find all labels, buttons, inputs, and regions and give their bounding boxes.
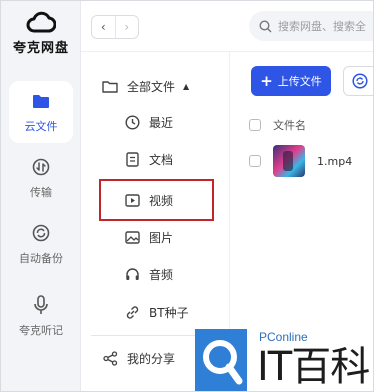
transfer-icon	[29, 155, 53, 179]
plus-icon: +	[260, 72, 273, 90]
sync-button[interactable]	[343, 66, 373, 96]
image-icon	[123, 228, 141, 246]
column-header-filename: 文件名	[273, 119, 306, 132]
tree-item-label: 文档	[149, 152, 174, 167]
rail-item-quark-notes[interactable]: 夸克听记	[9, 285, 73, 347]
microphone-icon	[29, 293, 53, 317]
pconline-logo-icon	[195, 329, 247, 391]
rail-item-cloud-files[interactable]: 云文件	[9, 81, 73, 143]
rail-item-auto-backup[interactable]: 自动备份	[9, 213, 73, 275]
tree-item-label: 图片	[149, 230, 174, 245]
document-icon	[123, 150, 141, 168]
rail-label: 自动备份	[19, 252, 63, 265]
sync-icon	[352, 73, 368, 89]
search-bar[interactable]	[249, 11, 373, 41]
file-row[interactable]: 1.mp4	[249, 144, 373, 178]
link-icon	[123, 303, 141, 321]
headphones-icon	[123, 265, 141, 283]
search-icon	[259, 19, 272, 32]
back-button[interactable]: ‹	[92, 16, 115, 38]
upload-file-button[interactable]: + 上传文件	[251, 66, 331, 96]
row-checkbox[interactable]	[249, 155, 261, 167]
header-divider	[81, 51, 373, 52]
highlight-annotation	[99, 179, 214, 221]
upload-label: 上传文件	[277, 75, 322, 88]
tree-item-recent[interactable]: 最近	[91, 107, 227, 137]
tree-item-documents[interactable]: 文档	[91, 144, 227, 174]
tree-item-images[interactable]: 图片	[91, 222, 227, 252]
tree-item-label: 我的分享	[127, 351, 176, 366]
tree-item-audio[interactable]: 音频	[91, 259, 227, 289]
app-name: 夸克网盘	[12, 41, 69, 56]
video-thumbnail	[273, 145, 305, 177]
tree-item-label: 最近	[149, 115, 174, 130]
file-name: 1.mp4	[317, 154, 353, 168]
app-window: 夸克网盘 云文件 传输 自动备份 夸克听记 ‹ › 搜索网盘、搜索全 全部文件 …	[0, 0, 374, 392]
watermark-big-text: IT百科	[257, 344, 370, 390]
cloud-logo-icon	[26, 11, 56, 33]
rail-label: 夸克听记	[19, 324, 63, 337]
tree-item-label: 全部文件	[127, 79, 176, 94]
tree-item-bt-torrents[interactable]: BT种子	[91, 297, 227, 327]
rail-label: 云文件	[24, 120, 58, 133]
left-rail: 夸克网盘 云文件 传输 自动备份 夸克听记	[1, 1, 81, 391]
forward-button[interactable]: ›	[114, 16, 139, 38]
file-list-header: 文件名	[249, 115, 373, 135]
tree-item-label: BT种子	[149, 305, 189, 320]
tree-item-all-files[interactable]: 全部文件 ▲	[91, 71, 227, 101]
history-nav: ‹ ›	[91, 15, 139, 39]
folder-icon	[29, 89, 53, 113]
tree-item-label: 音频	[149, 267, 174, 282]
select-all-checkbox[interactable]	[249, 119, 261, 131]
folder-outline-icon	[101, 77, 119, 95]
share-icon	[101, 349, 119, 367]
clock-icon	[123, 113, 141, 131]
rail-label: 传输	[30, 186, 52, 199]
backup-icon	[29, 221, 53, 245]
collapse-caret-icon[interactable]: ▲	[183, 82, 189, 91]
watermark-small-text: PConline	[259, 330, 308, 344]
rail-item-transfer[interactable]: 传输	[9, 147, 73, 209]
search-input[interactable]	[278, 19, 373, 33]
watermark: PConline IT百科	[195, 329, 373, 391]
app-logo: 夸克网盘	[1, 11, 81, 56]
